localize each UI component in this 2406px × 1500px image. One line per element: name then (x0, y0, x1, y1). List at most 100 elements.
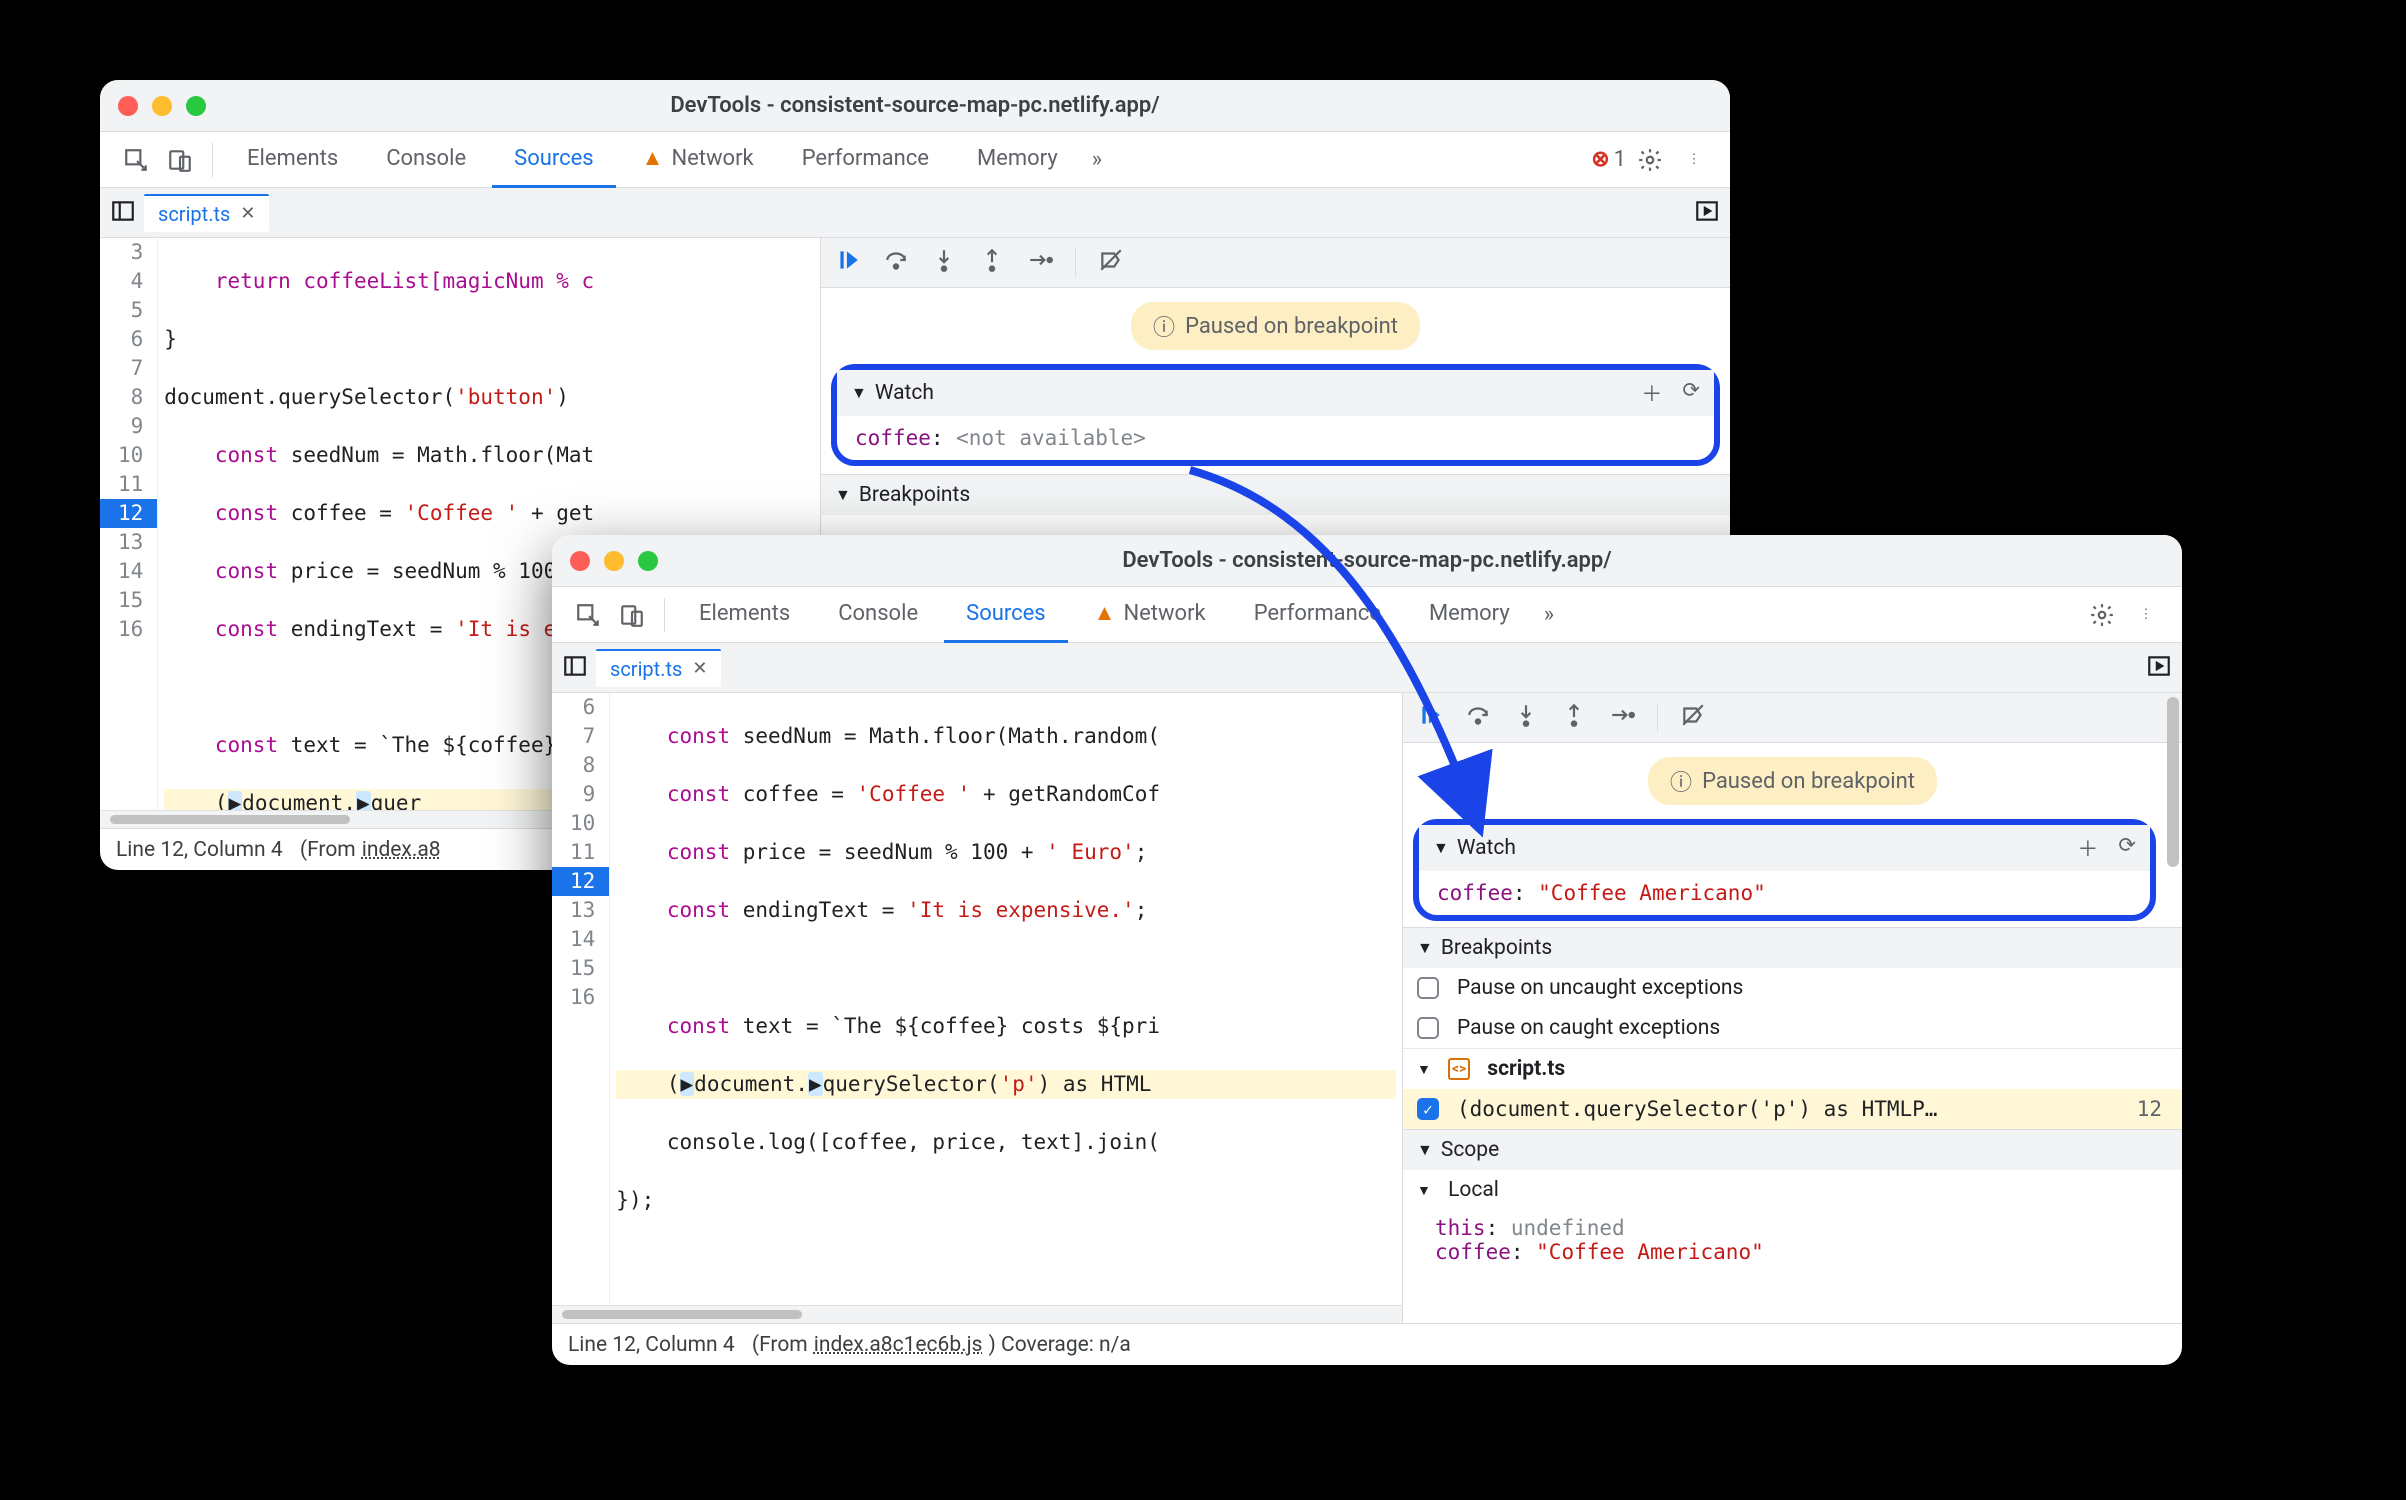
caret-down-icon: ▼ (1433, 838, 1449, 858)
step-out-button[interactable] (979, 247, 1005, 278)
more-tabs-icon[interactable]: » (1084, 147, 1110, 172)
watch-entry[interactable]: coffee: <not available> (837, 416, 1714, 460)
step-button[interactable] (1027, 247, 1053, 278)
add-watch-button[interactable]: ＋ (2077, 833, 2098, 863)
tab-performance[interactable]: Performance (780, 132, 951, 188)
file-tabs-bar: script.ts✕ (100, 188, 1730, 238)
line-gutter[interactable]: 678910111213141516 (552, 693, 610, 1305)
line-gutter[interactable]: 345678910111213141516 (100, 238, 158, 810)
tab-memory[interactable]: Memory (955, 132, 1080, 188)
warning-icon: ▲ (642, 145, 664, 171)
error-icon: ⊗ (1591, 147, 1609, 172)
error-count[interactable]: ⊗1 (1591, 147, 1626, 172)
source-map-link[interactable]: index.a8 (362, 838, 441, 862)
refresh-watch-button[interactable]: ⟳ (1682, 378, 1700, 408)
scope-section: ▼Scope ▼ Local this: undefined coffee: "… (1403, 1129, 2182, 1276)
caret-down-icon: ▼ (1417, 1182, 1431, 1199)
step-marker-icon: ▶ (228, 791, 243, 810)
snippet-run-icon[interactable] (1694, 198, 1720, 228)
resume-button[interactable] (835, 247, 861, 278)
vertical-scrollbar[interactable] (2164, 693, 2182, 1323)
more-icon[interactable]: ⋮ (1674, 140, 1714, 180)
more-tabs-icon[interactable]: » (1536, 602, 1562, 627)
checkbox-checked[interactable]: ✓ (1417, 1098, 1439, 1120)
caret-down-icon: ▼ (1417, 1140, 1433, 1160)
pause-banner: ⓘPaused on breakpoint (1131, 302, 1420, 350)
watch-entry[interactable]: coffee: "Coffee Americano" (1419, 871, 2150, 915)
step-marker-icon: ▶ (356, 791, 371, 810)
device-toggle-icon[interactable] (160, 140, 200, 180)
resume-button[interactable] (1417, 702, 1443, 733)
horizontal-scrollbar[interactable] (552, 1305, 1402, 1323)
inspect-icon[interactable] (568, 595, 608, 635)
close-tab-icon[interactable]: ✕ (692, 658, 707, 679)
settings-icon[interactable] (2082, 595, 2122, 635)
inspect-icon[interactable] (116, 140, 156, 180)
file-tabs-bar: script.ts✕ (552, 643, 2182, 693)
tab-sources[interactable]: Sources (492, 132, 616, 188)
tab-network[interactable]: ▲Network (1072, 587, 1228, 643)
navigator-toggle-icon[interactable] (110, 198, 136, 228)
code-editor[interactable]: 678910111213141516 const seedNum = Math.… (552, 693, 1402, 1323)
scope-header[interactable]: ▼Scope (1403, 1130, 2182, 1170)
refresh-watch-button[interactable]: ⟳ (2118, 833, 2136, 863)
minimize-window-button[interactable] (152, 96, 172, 116)
caret-down-icon: ▼ (1417, 1061, 1431, 1078)
breakpoints-header[interactable]: ▼Breakpoints (1403, 928, 2182, 968)
checkbox[interactable] (1417, 977, 1439, 999)
watch-section-highlight: ▼ Watch ＋ ⟳ coffee: "Coffee Americano" (1413, 819, 2156, 921)
breakpoint-entry[interactable]: ✓(document.querySelector('p') as HTMLP…1… (1403, 1089, 2182, 1129)
pause-caught-row[interactable]: Pause on caught exceptions (1403, 1008, 2182, 1048)
file-icon: <> (1448, 1058, 1470, 1080)
tab-network[interactable]: ▲Network (620, 132, 776, 188)
step-over-button[interactable] (883, 247, 909, 278)
debugger-pane: ⓘPaused on breakpoint ▼ Watch ＋ ⟳ coffee… (1402, 693, 2182, 1323)
settings-icon[interactable] (1630, 140, 1670, 180)
more-icon[interactable]: ⋮ (2126, 595, 2166, 635)
file-tab-script[interactable]: script.ts✕ (596, 649, 721, 687)
step-marker-icon: ▶ (808, 1072, 823, 1096)
navigator-toggle-icon[interactable] (562, 653, 588, 683)
add-watch-button[interactable]: ＋ (1641, 378, 1662, 408)
pause-uncaught-row[interactable]: Pause on uncaught exceptions (1403, 968, 2182, 1008)
tab-console[interactable]: Console (816, 587, 940, 643)
cursor-position: Line 12, Column 4 (116, 838, 283, 862)
caret-down-icon: ▼ (851, 383, 867, 403)
snippet-run-icon[interactable] (2146, 653, 2172, 683)
scope-local-row[interactable]: ▼ Local (1403, 1170, 2182, 1210)
breakpoint-file-row[interactable]: ▼ <> script.ts (1403, 1048, 2182, 1089)
deactivate-breakpoints-button[interactable] (1680, 702, 1706, 733)
checkbox[interactable] (1417, 1017, 1439, 1039)
source-map-link[interactable]: index.a8c1ec6b.js (814, 1333, 983, 1357)
window-title: DevTools - consistent-source-map-pc.netl… (552, 548, 2182, 573)
status-bar: Line 12, Column 4 (From index.a8c1ec6b.j… (552, 1323, 2182, 1365)
window-title: DevTools - consistent-source-map-pc.netl… (100, 93, 1730, 118)
tab-console[interactable]: Console (364, 132, 488, 188)
cursor-position: Line 12, Column 4 (568, 1333, 735, 1357)
device-toggle-icon[interactable] (612, 595, 652, 635)
file-tab-script[interactable]: script.ts✕ (144, 194, 269, 232)
code-content[interactable]: const seedNum = Math.floor(Math.random( … (610, 693, 1402, 1305)
tab-performance[interactable]: Performance (1232, 587, 1403, 643)
close-window-button[interactable] (570, 551, 590, 571)
step-into-button[interactable] (931, 247, 957, 278)
watch-section-header[interactable]: ▼ Watch ＋ ⟳ (837, 370, 1714, 416)
breakpoints-header[interactable]: ▼Breakpoints (821, 475, 1730, 515)
maximize-window-button[interactable] (638, 551, 658, 571)
step-into-button[interactable] (1513, 702, 1539, 733)
tab-memory[interactable]: Memory (1407, 587, 1532, 643)
scope-variables: this: undefined coffee: "Coffee American… (1403, 1210, 2182, 1276)
step-out-button[interactable] (1561, 702, 1587, 733)
deactivate-breakpoints-button[interactable] (1098, 247, 1124, 278)
maximize-window-button[interactable] (186, 96, 206, 116)
close-tab-icon[interactable]: ✕ (240, 203, 255, 224)
watch-section-header[interactable]: ▼ Watch ＋ ⟳ (1419, 825, 2150, 871)
tab-elements[interactable]: Elements (677, 587, 812, 643)
step-button[interactable] (1609, 702, 1635, 733)
minimize-window-button[interactable] (604, 551, 624, 571)
step-over-button[interactable] (1465, 702, 1491, 733)
tab-elements[interactable]: Elements (225, 132, 360, 188)
tab-sources[interactable]: Sources (944, 587, 1068, 643)
close-window-button[interactable] (118, 96, 138, 116)
main-tabs: Elements Console Sources ▲Network Perfor… (100, 132, 1730, 188)
